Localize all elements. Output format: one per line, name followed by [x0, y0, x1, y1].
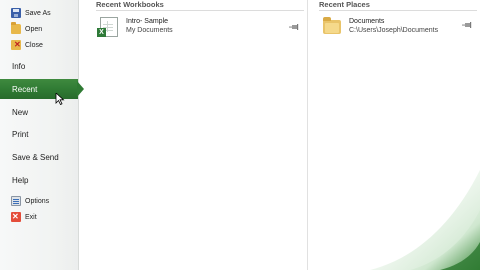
tab-recent-label: Recent [12, 84, 38, 94]
tab-help-label: Help [12, 175, 29, 185]
tab-print-label: Print [12, 129, 29, 139]
exit-label: Exit [25, 213, 37, 221]
save-as-command[interactable]: Save As [0, 5, 78, 21]
workbook-location: My Documents [126, 27, 173, 34]
open-label: Open [25, 25, 43, 33]
decorative-swoosh [370, 170, 480, 270]
tab-save-and-send[interactable]: Save & Send [0, 147, 78, 167]
save-icon [11, 8, 21, 18]
recent-place-item[interactable]: Documents C:\Users\Joseph\Documents [323, 17, 473, 39]
mouse-pointer-icon [55, 93, 65, 105]
excel-file-icon [97, 17, 118, 37]
tab-info[interactable]: Info [0, 56, 78, 76]
close-label: Close [25, 41, 43, 49]
options-command[interactable]: Options [0, 193, 78, 209]
close-file-icon [11, 40, 21, 50]
save-as-label: Save As [25, 9, 51, 17]
tab-new-label: New [12, 107, 29, 117]
options-icon [11, 196, 21, 206]
tab-recent[interactable]: Recent [0, 79, 84, 99]
backstage-menu: Save As Open Close Info Recent New Print… [0, 0, 84, 270]
open-command[interactable]: Open [0, 21, 78, 37]
pin-icon[interactable] [462, 22, 472, 28]
folder-icon [323, 17, 341, 34]
close-command[interactable]: Close [0, 37, 78, 53]
tab-info-label: Info [12, 61, 26, 71]
tab-print[interactable]: Print [0, 124, 78, 144]
recent-places-divider [319, 10, 477, 11]
exit-icon [11, 212, 21, 222]
place-path: C:\Users\Joseph\Documents [349, 27, 439, 34]
workbook-name: Intro- Sample [126, 18, 169, 25]
open-folder-icon [11, 22, 21, 34]
recent-workbook-item[interactable]: Intro- Sample My Documents [97, 17, 304, 39]
recent-places-heading: Recent Places [319, 0, 370, 9]
options-label: Options [25, 197, 50, 205]
tab-new[interactable]: New [0, 102, 78, 122]
pin-icon[interactable] [289, 24, 299, 30]
recent-workbooks-heading: Recent Workbooks [96, 0, 164, 9]
pane-separator [307, 0, 308, 270]
exit-command[interactable]: Exit [0, 209, 78, 225]
place-name: Documents [349, 18, 385, 25]
tab-help[interactable]: Help [0, 170, 78, 190]
tab-save-and-send-label: Save & Send [12, 152, 59, 162]
recent-workbooks-divider [96, 10, 304, 11]
